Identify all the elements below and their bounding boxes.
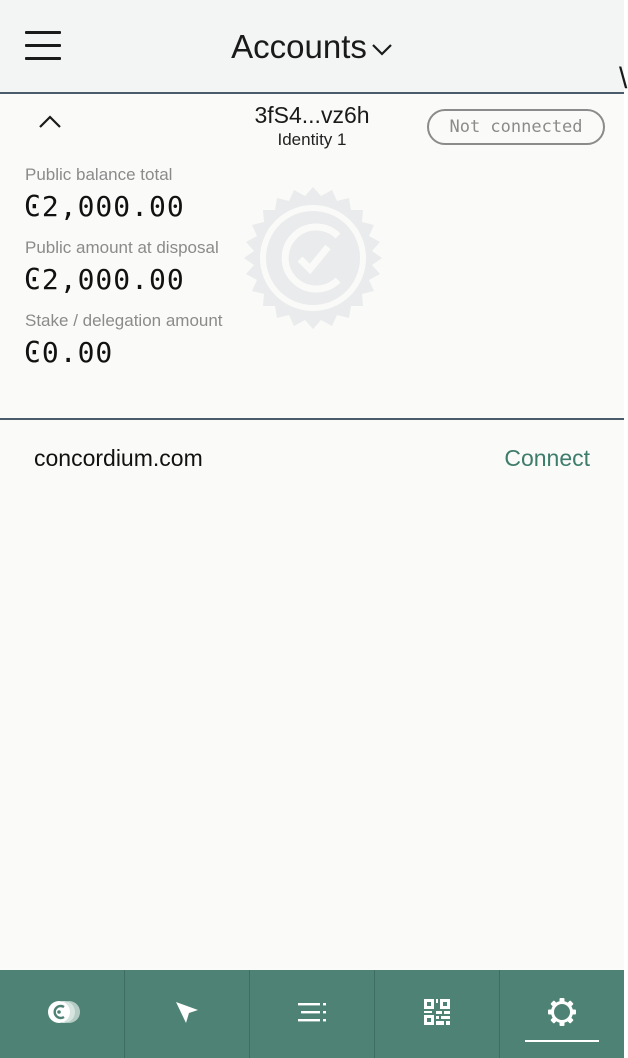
stake-delegation-amount-label: Stake / delegation amount xyxy=(25,311,223,330)
window-edge xyxy=(624,0,628,1058)
public-balance-total-label: Public balance total xyxy=(25,165,173,184)
active-tab-indicator xyxy=(525,1040,599,1042)
chevron-down-icon xyxy=(371,27,393,65)
connected-site-row: concordium.com Connect xyxy=(0,420,624,496)
public-balance-total-value: Ͼ2,000.00 xyxy=(24,190,185,223)
app-header: Accounts xyxy=(0,0,624,94)
tab-accounts[interactable] xyxy=(0,970,124,1058)
page-title: Accounts xyxy=(231,28,367,65)
connect-button[interactable]: Connect xyxy=(504,445,590,472)
settings-gear-icon xyxy=(548,998,576,1026)
concordium-watermark-icon xyxy=(244,187,382,329)
window-edge-glyph: \ xyxy=(619,62,628,95)
site-name: concordium.com xyxy=(34,445,203,471)
accounts-icon xyxy=(48,1001,80,1023)
tab-send[interactable] xyxy=(124,970,249,1058)
connection-status-badge: Not connected xyxy=(427,109,605,145)
send-icon xyxy=(176,1002,198,1023)
account-card: 3fS4...vz6h Identity 1 Not connected Pub… xyxy=(0,94,624,420)
stake-delegation-amount-value: Ͼ0.00 xyxy=(24,336,114,369)
accounts-dropdown[interactable]: Accounts xyxy=(0,28,624,66)
qr-code-icon xyxy=(424,999,450,1025)
tab-settings[interactable] xyxy=(499,970,624,1058)
transaction-list-icon xyxy=(298,1003,326,1022)
tab-qr-code[interactable] xyxy=(374,970,499,1058)
public-amount-at-disposal-value: Ͼ2,000.00 xyxy=(24,263,185,296)
public-amount-at-disposal-label: Public amount at disposal xyxy=(25,238,219,257)
bottom-navigation xyxy=(0,970,624,1058)
tab-transactions[interactable] xyxy=(249,970,374,1058)
